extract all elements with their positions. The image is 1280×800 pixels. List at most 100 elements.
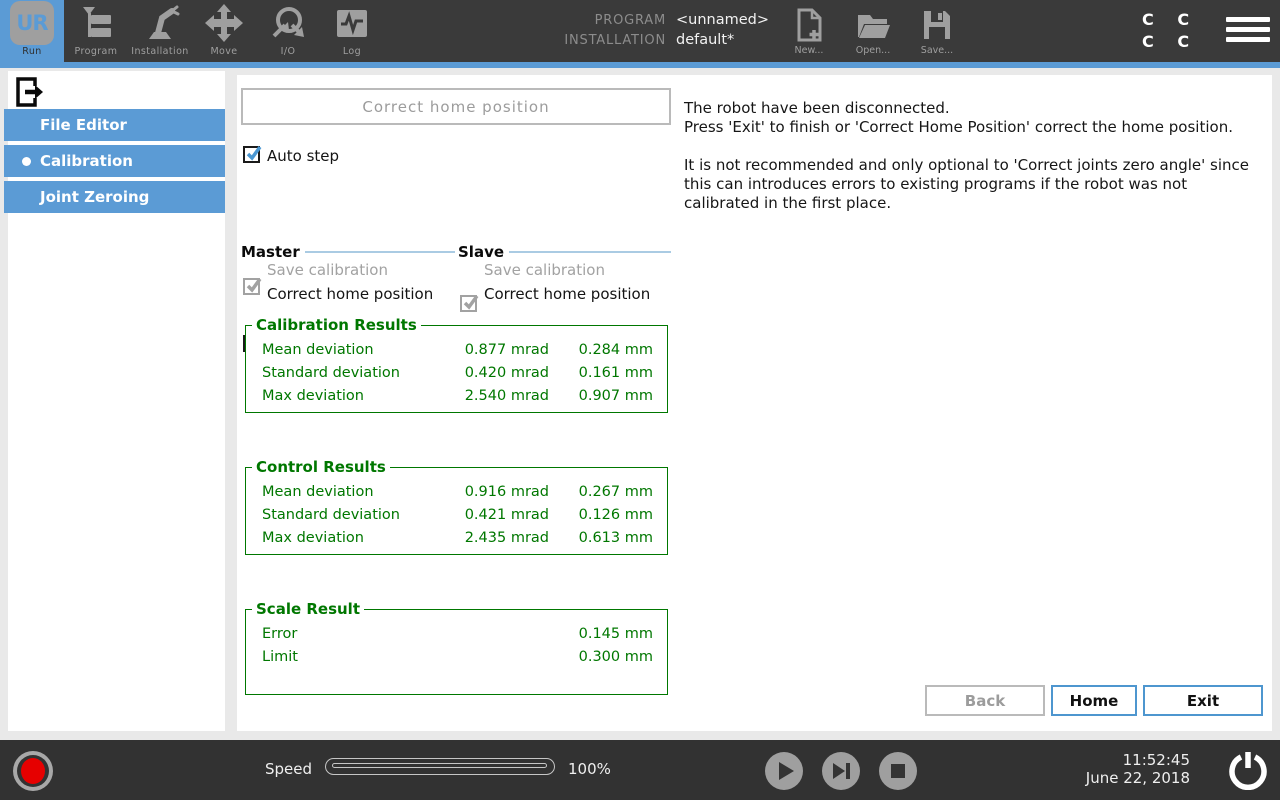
tab-io-label: I/O xyxy=(281,46,296,57)
open-button[interactable]: Open... xyxy=(849,8,897,56)
master-title: Master xyxy=(241,243,300,261)
status-letters-row2: C C xyxy=(1142,31,1189,53)
calibration-results-box: Calibration Results Mean deviation 0.877… xyxy=(245,316,668,413)
master-correct-home-label: Correct home position xyxy=(267,285,433,303)
hamburger-menu-icon[interactable] xyxy=(1226,17,1270,47)
active-bullet-icon xyxy=(22,157,31,166)
sidebar-item-file-editor-label: File Editor xyxy=(40,116,127,134)
tab-program[interactable]: Program xyxy=(64,0,128,62)
row-label: Max deviation xyxy=(262,388,431,404)
back-button[interactable]: Back xyxy=(925,685,1045,716)
tab-log-label: Log xyxy=(343,46,361,57)
speed-label: Speed xyxy=(265,760,312,778)
sidebar-item-file-editor[interactable]: File Editor xyxy=(4,109,225,141)
stop-button[interactable] xyxy=(879,752,917,790)
row-mrad: 2.435 mrad xyxy=(431,530,549,546)
exit-door-icon[interactable] xyxy=(16,77,44,107)
power-button[interactable] xyxy=(1228,750,1268,790)
row-mm: 0.126 mm xyxy=(549,507,653,523)
sidebar-item-joint-zeroing[interactable]: Joint Zeroing xyxy=(4,181,225,213)
time-value: 11:52:45 xyxy=(1000,751,1190,769)
save-floppy-icon xyxy=(921,8,953,42)
table-row: Mean deviation 0.916 mrad 0.267 mm xyxy=(262,480,653,503)
row-label: Max deviation xyxy=(262,530,431,546)
row-label: Standard deviation xyxy=(262,507,431,523)
speed-slider-fill xyxy=(332,763,547,768)
tab-installation[interactable]: Installation xyxy=(128,0,192,62)
status-message-para2: It is not recommended and only optional … xyxy=(684,156,1262,213)
row-label: Mean deviation xyxy=(262,484,431,500)
status-message-line2: Press 'Exit' to finish or 'Correct Home … xyxy=(684,118,1262,137)
bottom-bar: Speed 100% 11:52:45 June 22, 2018 xyxy=(0,740,1280,800)
row-mrad: 0.877 mrad xyxy=(431,342,549,358)
ur-logo-icon: UR xyxy=(10,0,54,46)
check-icon xyxy=(245,277,262,294)
scale-result-box: Scale Result Error 0.145 mm Limit 0.300 … xyxy=(245,600,668,695)
robot-arm-icon xyxy=(140,0,180,46)
check-icon xyxy=(245,145,262,162)
master-section-header: Master xyxy=(241,243,455,261)
open-button-label: Open... xyxy=(856,45,890,56)
table-row: Standard deviation 0.421 mrad 0.126 mm xyxy=(262,503,653,526)
tab-log[interactable]: Log xyxy=(320,0,384,62)
slave-save-calibration-checkbox[interactable] xyxy=(460,295,477,312)
program-label: PROGRAM xyxy=(500,13,666,28)
tab-run[interactable]: UR Run xyxy=(0,0,64,62)
log-chart-icon xyxy=(332,0,372,46)
status-message: The robot have been disconnected. Press … xyxy=(684,99,1262,213)
scale-result-title: Scale Result xyxy=(252,600,364,618)
row-mrad: 2.540 mrad xyxy=(431,388,549,404)
table-row: Standard deviation 0.420 mrad 0.161 mm xyxy=(262,361,653,384)
play-icon xyxy=(779,762,794,780)
speed-slider[interactable] xyxy=(325,758,555,775)
play-button[interactable] xyxy=(765,752,803,790)
save-button[interactable]: Save... xyxy=(913,8,961,56)
slave-title: Slave xyxy=(458,243,504,261)
new-file-icon xyxy=(794,8,824,42)
tab-move-label: Move xyxy=(210,46,237,57)
tab-move[interactable]: Move xyxy=(192,0,256,62)
date-value: June 22, 2018 xyxy=(1000,769,1190,787)
control-results-title: Control Results xyxy=(252,458,390,476)
master-save-calibration-checkbox[interactable] xyxy=(243,278,260,295)
control-results-box: Control Results Mean deviation 0.916 mra… xyxy=(245,458,668,555)
new-button[interactable]: New... xyxy=(785,8,833,56)
tab-run-label: Run xyxy=(22,46,41,57)
sidebar-item-calibration[interactable]: Calibration xyxy=(4,145,225,177)
status-letters: C C C C xyxy=(1142,9,1189,53)
auto-step-checkbox[interactable] xyxy=(243,146,260,163)
robot-status-button[interactable] xyxy=(13,751,53,791)
auto-step-label: Auto step xyxy=(267,147,339,165)
exit-button[interactable]: Exit xyxy=(1143,685,1263,716)
new-button-label: New... xyxy=(795,45,824,56)
program-installation-info: PROGRAM <unnamed> INSTALLATION default* xyxy=(500,10,769,50)
installation-label: INSTALLATION xyxy=(500,33,666,48)
slave-divider xyxy=(509,251,671,253)
row-mm: 0.145 mm xyxy=(549,626,653,642)
row-mrad: 0.916 mrad xyxy=(431,484,549,500)
step-icon xyxy=(833,763,850,779)
row-label: Error xyxy=(262,626,431,642)
stop-icon xyxy=(891,764,905,778)
status-letters-row1: C C xyxy=(1142,9,1189,31)
status-message-line1: The robot have been disconnected. xyxy=(684,99,1262,118)
tab-io[interactable]: I/O xyxy=(256,0,320,62)
header-accent-strip xyxy=(0,62,1280,68)
step-button[interactable] xyxy=(822,752,860,790)
row-mrad: 0.420 mrad xyxy=(431,365,549,381)
master-save-calibration-label: Save calibration xyxy=(267,261,388,279)
row-label: Mean deviation xyxy=(262,342,431,358)
table-row: Mean deviation 0.877 mrad 0.284 mm xyxy=(262,338,653,361)
sidebar-item-joint-zeroing-label: Joint Zeroing xyxy=(40,188,149,206)
correct-home-position-button[interactable]: Correct home position xyxy=(241,88,671,125)
open-folder-icon xyxy=(855,8,891,42)
top-bar: UR Run Program Installation xyxy=(0,0,1280,62)
io-icon xyxy=(268,0,308,46)
row-mm: 0.300 mm xyxy=(549,649,653,665)
tab-installation-label: Installation xyxy=(131,46,188,57)
home-button[interactable]: Home xyxy=(1051,685,1137,716)
slave-section-header: Slave xyxy=(458,243,671,261)
slave-correct-home-label: Correct home position xyxy=(484,285,650,303)
table-row: Limit 0.300 mm xyxy=(262,645,653,668)
row-label: Limit xyxy=(262,649,431,665)
